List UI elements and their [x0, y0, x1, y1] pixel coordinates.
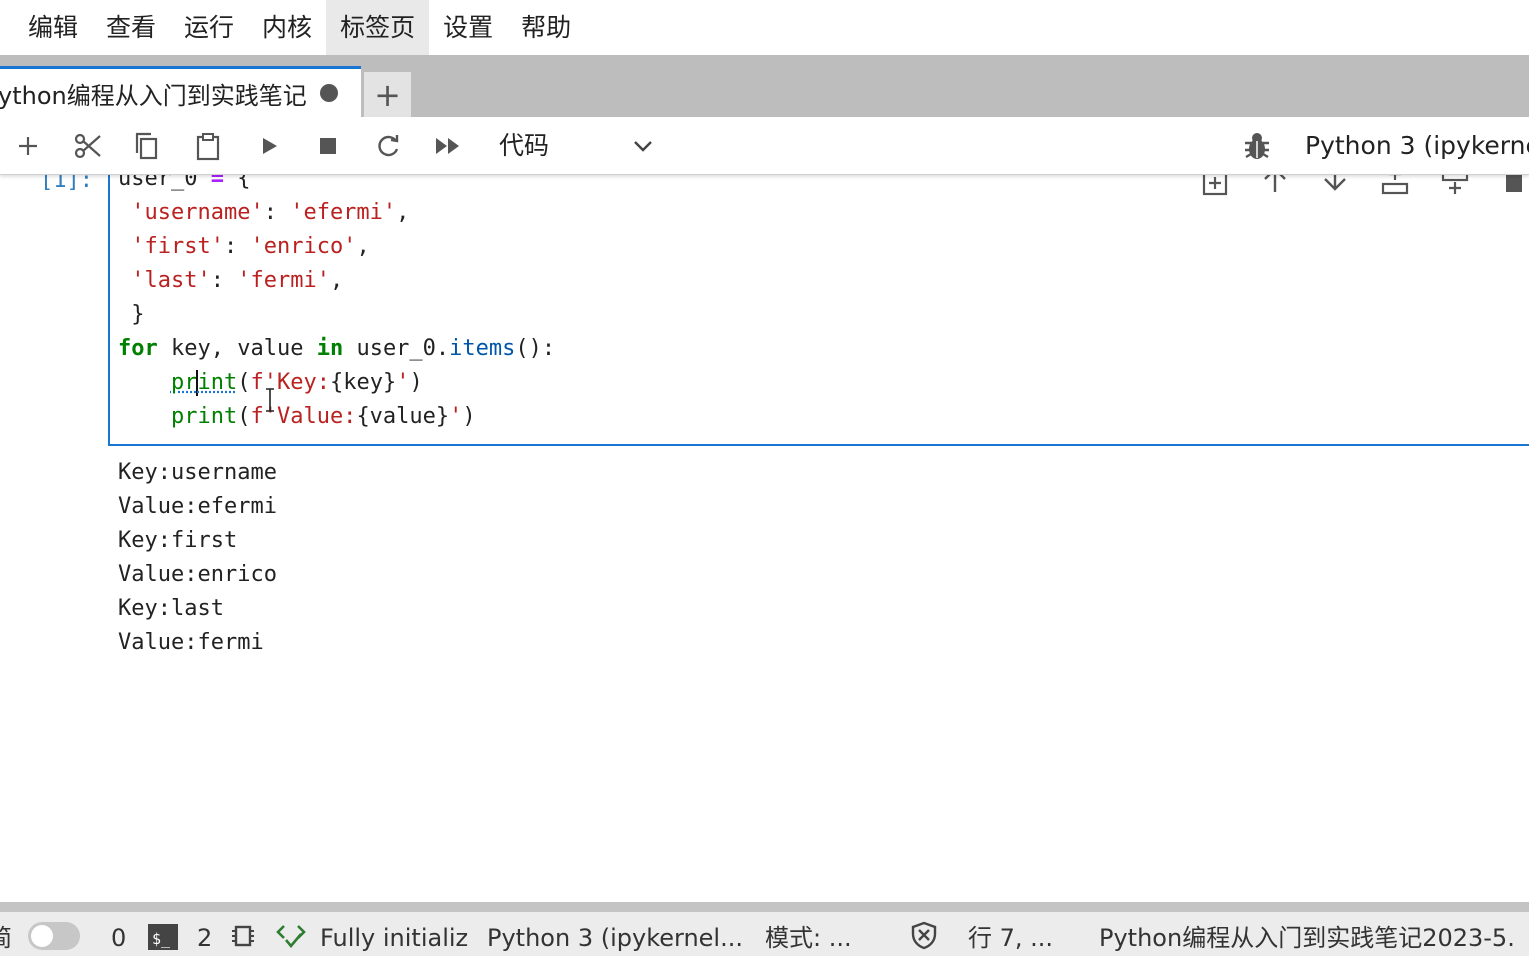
copy-icon[interactable]: [130, 129, 164, 163]
menu-view[interactable]: 查看: [92, 0, 170, 55]
menu-edit[interactable]: 编辑: [14, 0, 92, 55]
output-line: Value:enrico: [118, 562, 277, 587]
plus-icon[interactable]: [11, 129, 45, 163]
lsp-status-icon[interactable]: [274, 920, 308, 952]
output-line: Key:username: [118, 460, 277, 485]
output-line: Key:first: [118, 528, 238, 553]
output-line: Key:last: [118, 596, 224, 621]
notebook-toolbar: 代码 Python 3 (ipykernel: [0, 117, 1529, 175]
status-bar: 简 0 $_ 2 Fully initialize Python 3 (ipyk…: [0, 912, 1529, 956]
cell-type-select[interactable]: 代码: [499, 127, 549, 165]
simple-mode-label: 简: [0, 912, 12, 956]
menu-bar: 编辑 查看 运行 内核 标签页 设置 帮助: [0, 0, 1529, 55]
insert-above-icon[interactable]: [1380, 174, 1410, 196]
mode-indicator[interactable]: 模式: ...: [765, 912, 852, 956]
output-line: Value:fermi: [118, 630, 264, 655]
tab-bar: ython编程从入门到实践笔记 +: [0, 55, 1529, 117]
lsp-init-status[interactable]: Fully initialize: [320, 912, 468, 956]
chevron-down-icon[interactable]: [630, 133, 656, 159]
restart-icon[interactable]: [371, 129, 405, 163]
kernels-count[interactable]: 2: [197, 912, 212, 956]
run-icon[interactable]: [252, 129, 286, 163]
horizontal-scrollbar[interactable]: [0, 902, 1529, 912]
unsaved-dot-icon[interactable]: [320, 84, 338, 102]
simple-mode-toggle[interactable]: [28, 922, 80, 950]
cursor-position[interactable]: 行 7, ...: [968, 912, 1053, 956]
delete-cell-icon[interactable]: [1500, 174, 1528, 196]
move-down-icon[interactable]: [1320, 174, 1350, 196]
debugger-bug-icon[interactable]: [1241, 130, 1273, 162]
tab-title: ython编程从入门到实践笔记: [0, 81, 307, 110]
mouse-ibeam-icon: [266, 388, 274, 412]
fast-forward-icon[interactable]: [431, 129, 465, 163]
insert-below-icon[interactable]: [1440, 174, 1470, 196]
scissors-icon[interactable]: [71, 129, 105, 163]
svg-text:$_: $_: [152, 930, 171, 948]
menu-run[interactable]: 运行: [170, 0, 248, 55]
menu-settings[interactable]: 设置: [429, 0, 507, 55]
terminal-icon[interactable]: $_: [148, 924, 178, 950]
kernel-status[interactable]: Python 3 (ipykernel...: [487, 912, 743, 956]
menu-tabs[interactable]: 标签页: [326, 0, 430, 55]
kernel-name[interactable]: Python 3 (ipykernel: [1305, 127, 1529, 165]
trusted-shield-icon[interactable]: [909, 920, 939, 950]
notebook-panel: [1]: user_0 = { 'username': 'efermi', 'f…: [0, 174, 1529, 902]
toggle-knob: [31, 925, 53, 947]
terminals-count[interactable]: 0: [111, 912, 126, 956]
notebook-tab[interactable]: ython编程从入门到实践笔记: [0, 66, 361, 117]
menu-kernel[interactable]: 内核: [248, 0, 326, 55]
paste-icon[interactable]: [191, 129, 225, 163]
document-filename: Python编程从入门到实践笔记2023-5.: [1099, 924, 1515, 952]
menu-help[interactable]: 帮助: [507, 0, 585, 55]
kernel-chip-icon[interactable]: [230, 922, 256, 950]
text-cursor: [196, 370, 199, 396]
new-tab-button[interactable]: +: [364, 72, 411, 117]
duplicate-cell-icon[interactable]: [1200, 174, 1230, 196]
move-up-icon[interactable]: [1260, 174, 1290, 196]
stop-icon[interactable]: [311, 129, 345, 163]
cell-output: Key:username Value:efermi Key:first Valu…: [118, 456, 277, 660]
output-line: Value:efermi: [118, 494, 277, 519]
input-prompt: [1]:: [40, 174, 93, 193]
code-content[interactable]: user_0 = { 'username': 'efermi', 'first'…: [118, 174, 555, 434]
